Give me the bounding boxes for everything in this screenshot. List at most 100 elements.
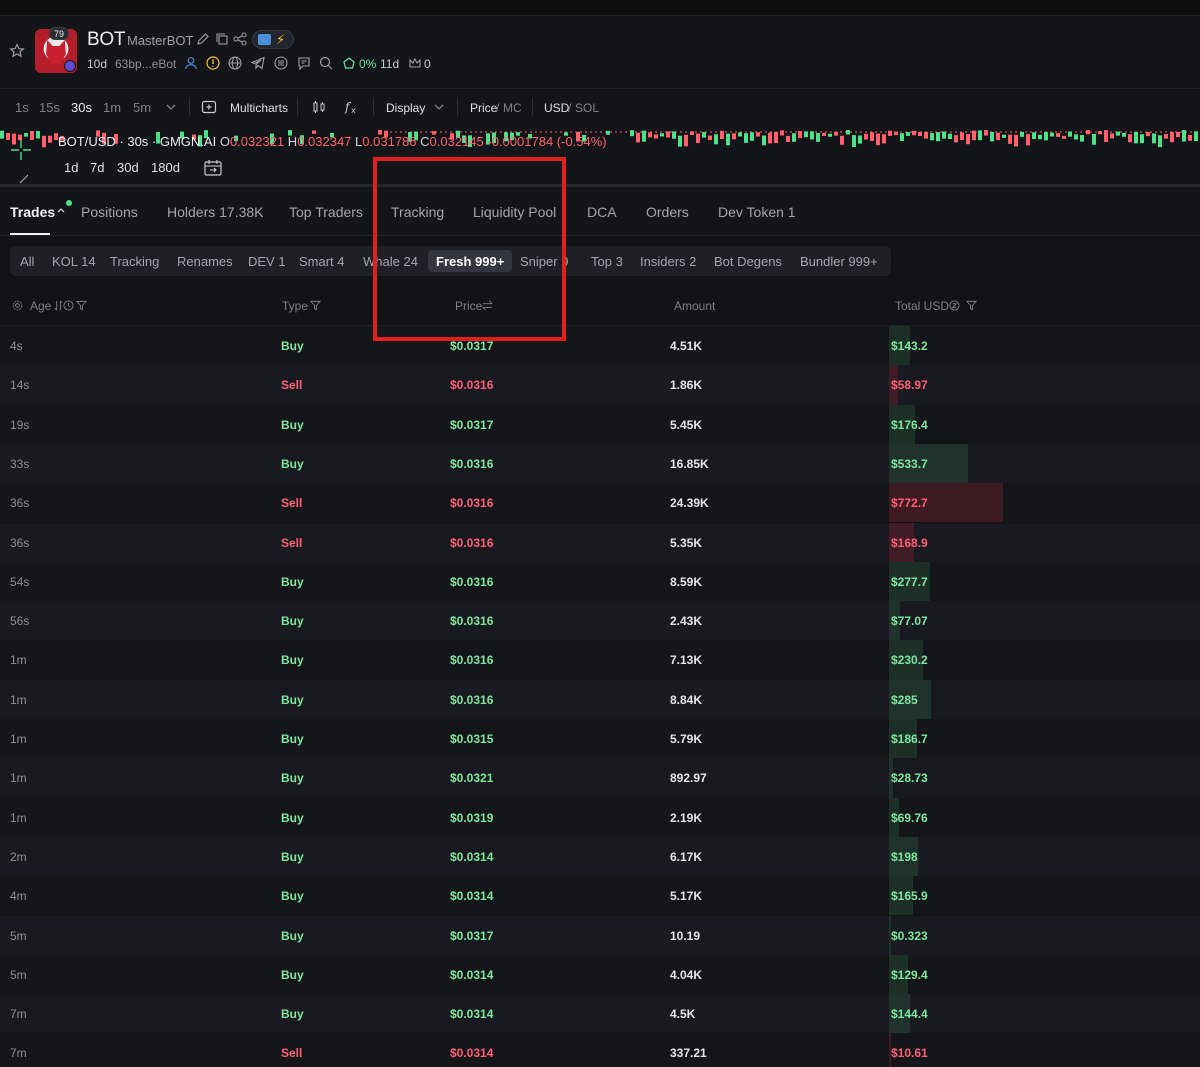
- column-header-type[interactable]: Type: [282, 299, 308, 313]
- filter-bundler[interactable]: Bundler 999+: [800, 254, 878, 269]
- indicators-fx-icon[interactable]: fx: [344, 99, 360, 115]
- copy-icon[interactable]: [215, 32, 229, 46]
- calendar-range-icon[interactable]: [203, 158, 223, 178]
- tab-holders[interactable]: Holders 17.38K: [167, 204, 264, 220]
- display-dropdown[interactable]: Display: [386, 101, 425, 115]
- comment-icon[interactable]: [297, 56, 311, 70]
- candle: [900, 133, 904, 141]
- candlestick-icon[interactable]: [311, 99, 327, 115]
- table-row[interactable]: 4m Buy $0.0314 5.17K $165.9: [0, 876, 1200, 916]
- candle: [1008, 134, 1012, 144]
- settings-gear-icon[interactable]: [12, 300, 23, 311]
- table-row[interactable]: 5m Buy $0.0317 10.19 $0.323: [0, 915, 1200, 955]
- table-row[interactable]: 7m Buy $0.0314 4.5K $144.4: [0, 994, 1200, 1034]
- sol-toggle[interactable]: SOL: [575, 101, 599, 115]
- price-toggle[interactable]: Price: [470, 101, 497, 115]
- filter-sniper[interactable]: Sniper 9: [520, 254, 568, 269]
- tab-dca[interactable]: DCA: [587, 204, 617, 220]
- column-header-price[interactable]: Price: [455, 299, 482, 313]
- tab-trades[interactable]: Trades: [10, 204, 55, 220]
- list-circle-icon[interactable]: [274, 56, 288, 70]
- filter-whale[interactable]: Whale 24: [363, 254, 418, 269]
- user-icon[interactable]: [184, 56, 198, 70]
- website-icon[interactable]: [228, 56, 242, 70]
- candle: [780, 130, 784, 136]
- filter-funnel-icon[interactable]: [76, 300, 87, 311]
- add-chart-icon[interactable]: [201, 99, 217, 115]
- column-header-amount[interactable]: Amount: [674, 299, 715, 313]
- timeframe-1m[interactable]: 1m: [103, 100, 121, 115]
- timeframe-5m[interactable]: 5m: [133, 100, 151, 115]
- candle: [1080, 135, 1084, 142]
- range-30d[interactable]: 30d: [117, 160, 139, 175]
- pencil-tool-icon[interactable]: [18, 172, 32, 184]
- trade-total-usd: $143.2: [891, 339, 928, 353]
- filter-bot-degens[interactable]: Bot Degens: [714, 254, 782, 269]
- crosshair-icon[interactable]: [9, 138, 33, 162]
- telegram-icon[interactable]: [251, 56, 265, 70]
- table-row[interactable]: 2m Buy $0.0314 6.17K $198: [0, 836, 1200, 877]
- clock-icon[interactable]: [63, 300, 74, 311]
- total-filter-funnel-icon[interactable]: [966, 300, 977, 311]
- trade-age: 5m: [10, 928, 27, 943]
- tab-top-traders[interactable]: Top Traders: [289, 204, 363, 220]
- type-filter-funnel-icon[interactable]: [310, 300, 321, 311]
- trade-total-usd: $58.97: [891, 378, 928, 393]
- filter-fresh[interactable]: Fresh 999+: [436, 254, 504, 269]
- multicharts-button[interactable]: Multicharts: [230, 101, 288, 115]
- column-header-total-usd[interactable]: Total USD: [895, 299, 949, 313]
- table-row[interactable]: 33s Buy $0.0316 16.85K $533.7: [0, 443, 1200, 484]
- tab-orders[interactable]: Orders: [646, 204, 689, 220]
- search-icon[interactable]: [319, 56, 333, 70]
- timeframe-chevron-down-icon[interactable]: [163, 99, 179, 115]
- filter-tracking[interactable]: Tracking: [110, 254, 159, 269]
- table-row[interactable]: 36s Sell $0.0316 5.35K $168.9: [0, 522, 1200, 562]
- open-label: O: [219, 134, 230, 149]
- price-chart[interactable]: BOT/USD · 30s · GMGN.AI O0.032321 H0.032…: [0, 126, 1200, 184]
- currency-toggle-icon[interactable]: [949, 300, 960, 311]
- table-row[interactable]: 1m Buy $0.0321 892.97 $28.73: [0, 758, 1200, 798]
- timeframe-30s[interactable]: 30s: [71, 100, 92, 115]
- active-tab-underline: [10, 233, 50, 235]
- candle: [1188, 134, 1192, 141]
- range-7d[interactable]: 7d: [90, 160, 104, 175]
- table-row[interactable]: 56s Buy $0.0316 2.43K $77.07: [0, 601, 1200, 641]
- filter-smart[interactable]: Smart 4: [299, 254, 345, 269]
- timeframe-15s[interactable]: 15s: [39, 100, 60, 115]
- tab-dev-token[interactable]: Dev Token 1: [718, 204, 796, 220]
- range-1d[interactable]: 1d: [64, 160, 78, 175]
- swap-arrows-icon[interactable]: [482, 300, 493, 311]
- table-row[interactable]: 1m Buy $0.0315 5.79K $186.7: [0, 719, 1200, 759]
- favorite-star-icon[interactable]: [9, 43, 25, 59]
- token-address[interactable]: 63bp...eBot: [115, 57, 176, 71]
- range-180d[interactable]: 180d: [151, 160, 180, 175]
- edit-icon[interactable]: [196, 32, 210, 46]
- display-chevron-down-icon[interactable]: [431, 99, 447, 115]
- tab-tracking[interactable]: Tracking: [391, 204, 444, 220]
- warning-icon[interactable]: [206, 56, 220, 70]
- mc-toggle[interactable]: MC: [503, 101, 522, 115]
- table-row[interactable]: 4s Buy $0.0317 4.51K $143.2: [0, 326, 1200, 366]
- table-row[interactable]: 36s Sell $0.0316 24.39K $772.7: [0, 483, 1200, 523]
- share-icon[interactable]: [233, 32, 247, 46]
- chevron-up-icon[interactable]: [56, 205, 66, 215]
- table-row[interactable]: 1m Buy $0.0316 7.13K $230.2: [0, 640, 1200, 680]
- filter-renames[interactable]: Renames: [177, 254, 233, 269]
- tab-liquidity-pool[interactable]: Liquidity Pool: [473, 204, 556, 220]
- usd-toggle[interactable]: USD: [544, 101, 569, 115]
- filter-insiders[interactable]: Insiders 2: [640, 254, 696, 269]
- timeframe-1s[interactable]: 1s: [15, 100, 29, 115]
- filter-top[interactable]: Top 3: [591, 254, 623, 269]
- table-row[interactable]: 19s Buy $0.0317 5.45K $176.4: [0, 404, 1200, 444]
- table-row[interactable]: 1m Buy $0.0316 8.84K $285: [0, 679, 1200, 719]
- table-row[interactable]: 14s Sell $0.0316 1.86K $58.97: [0, 365, 1200, 405]
- table-row[interactable]: 5m Buy $0.0314 4.04K $129.4: [0, 954, 1200, 995]
- tab-positions[interactable]: Positions: [81, 204, 138, 220]
- table-row[interactable]: 1m Buy $0.0319 2.19K $69.76: [0, 797, 1200, 837]
- table-row[interactable]: 54s Buy $0.0316 8.59K $277.7: [0, 561, 1200, 602]
- column-header-age[interactable]: Age: [30, 299, 51, 313]
- filter-dev[interactable]: DEV 1: [248, 254, 286, 269]
- filter-kol[interactable]: KOL 14: [52, 254, 96, 269]
- filter-all[interactable]: All: [20, 254, 34, 269]
- table-row[interactable]: 7m Sell $0.0314 337.21 $10.61: [0, 1033, 1200, 1067]
